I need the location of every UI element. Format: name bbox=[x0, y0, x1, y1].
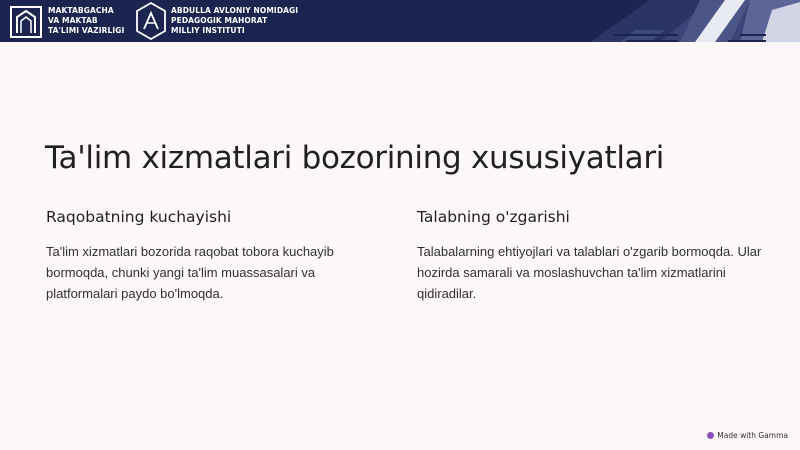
institute-name-line-1: ABDULLA AVLONIY NOMIDAGI bbox=[171, 6, 299, 15]
institute-name-line-2: PEDAGOGIK MAHORAT bbox=[171, 16, 268, 25]
feature-heading-2: Talabning o'zgarishi bbox=[417, 208, 570, 226]
feature-body-2: Talabalarning ehtiyojlari va talablari o… bbox=[417, 244, 762, 301]
institute-logo-icon bbox=[136, 2, 166, 40]
slide-title: Ta'lim xizmatlari bozorining xususiyatla… bbox=[45, 140, 665, 176]
feature-heading-1: Raqobatning kuchayishi bbox=[46, 208, 232, 226]
ministry-logo-icon bbox=[10, 6, 42, 38]
ministry-name: MAKTABGACHA VA MAKTAB TA'LIMI VAZIRLIGI bbox=[48, 6, 124, 36]
decor-line-1 bbox=[614, 34, 678, 36]
header-banner: MAKTABGACHA VA MAKTAB TA'LIMI VAZIRLIGI … bbox=[0, 0, 800, 42]
gamma-logo-icon bbox=[707, 432, 715, 439]
ministry-name-line-2: VA MAKTAB bbox=[48, 16, 98, 25]
ministry-name-line-3: TA'LIMI VAZIRLIGI bbox=[48, 26, 125, 35]
badge-label: Made with Gamma bbox=[717, 431, 788, 440]
feature-body-1: Ta'lim xizmatlari bozorida raqobat tobor… bbox=[46, 244, 334, 301]
feature-column-2: Talabning o'zgarishi Talabalarning ehtiy… bbox=[417, 208, 767, 304]
institute-name-line-3: MILLIY INSTITUTI bbox=[171, 26, 245, 35]
decor-line-3 bbox=[740, 34, 766, 36]
institute-name: ABDULLA AVLONIY NOMIDAGI PEDAGOGIK MAHOR… bbox=[171, 6, 298, 36]
decor-line-4 bbox=[728, 40, 766, 42]
ministry-name-line-1: MAKTABGACHA bbox=[48, 6, 114, 15]
decor-line-2 bbox=[626, 40, 678, 42]
feature-column-1: Raqobatning kuchayishi Ta'lim xizmatlari… bbox=[46, 208, 396, 304]
made-with-gamma-badge[interactable]: Made with Gamma bbox=[707, 431, 788, 440]
